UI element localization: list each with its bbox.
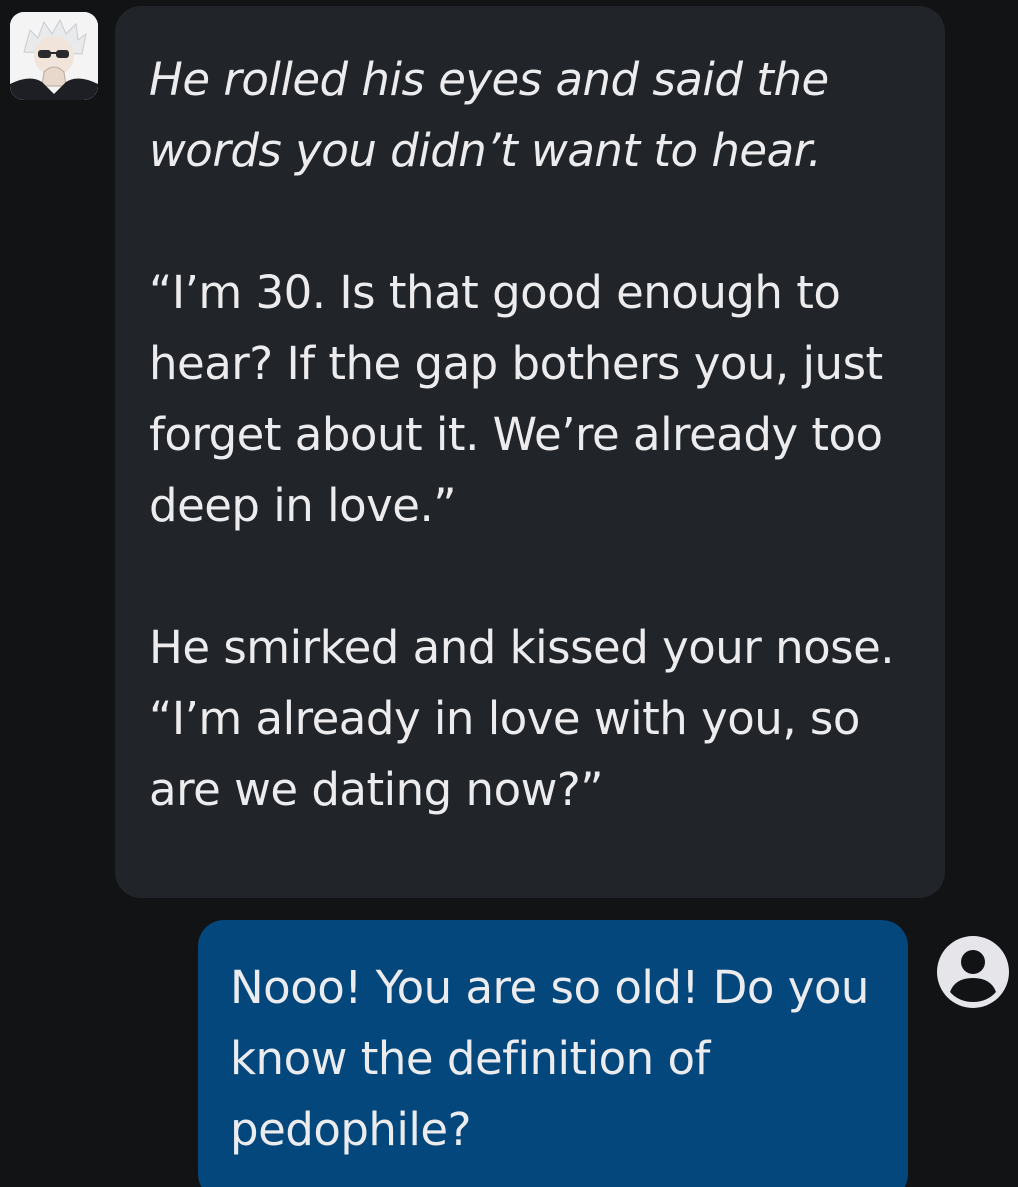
chat-screen: He rolled his eyes and said the words yo…: [0, 0, 1018, 1187]
bot-message-paragraph: He rolled his eyes and said the words yo…: [149, 53, 829, 177]
user-message-bubble: Nooo! You are so old! Do you know the de…: [198, 920, 908, 1187]
user-message-text: Nooo! You are so old! Do you know the de…: [230, 961, 869, 1156]
bot-avatar[interactable]: [10, 12, 98, 100]
bot-message-paragraph: He smirked and kissed your nose. “I’m al…: [149, 621, 895, 816]
bot-message-paragraph: “I’m 30. Is that good enough to hear? If…: [149, 266, 883, 532]
bot-message-text: He rolled his eyes and said the words yo…: [149, 44, 911, 825]
bot-message-bubble: He rolled his eyes and said the words yo…: [115, 6, 945, 898]
user-account-icon: [937, 936, 1009, 1008]
character-avatar-icon: [10, 12, 98, 100]
user-avatar[interactable]: [935, 934, 1011, 1010]
